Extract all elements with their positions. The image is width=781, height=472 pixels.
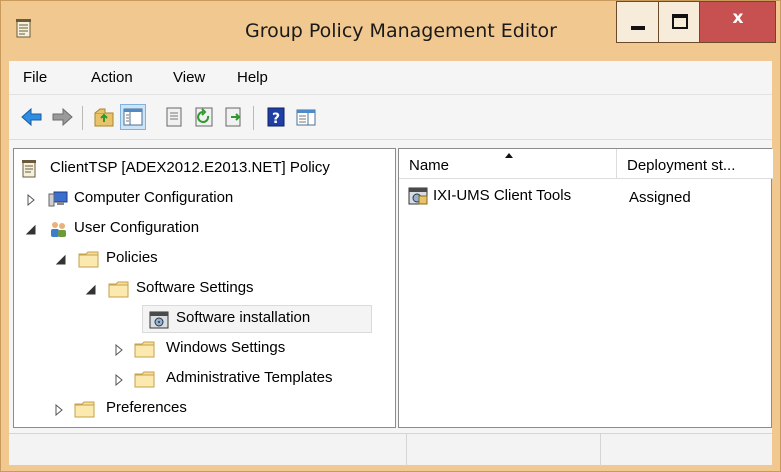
tree-label: User Configuration <box>74 219 200 236</box>
tree-item-preferences[interactable]: Preferences <box>50 397 390 421</box>
collapse-arrow-icon[interactable] <box>85 283 96 295</box>
help-icon[interactable]: ? <box>262 104 288 130</box>
minimize-button[interactable] <box>616 1 658 43</box>
column-label: Name <box>409 157 450 174</box>
tree-item-root[interactable]: ClientTSP [ADEX2012.E2013.NET] Policy <box>20 157 392 181</box>
toolbar: ? <box>9 96 772 140</box>
toolbar-separator <box>253 106 254 130</box>
expand-arrow-icon[interactable] <box>114 343 124 357</box>
close-button[interactable]: x <box>700 1 776 43</box>
status-segment <box>407 434 601 466</box>
tree-item-software-settings[interactable]: Software Settings <box>80 277 392 301</box>
menu-file[interactable]: File <box>23 69 47 86</box>
tree-label: Computer Configuration <box>74 189 234 206</box>
computer-icon <box>48 189 68 209</box>
folder-icon <box>74 399 95 419</box>
folder-icon <box>78 249 99 269</box>
tree-label: Software installation <box>176 309 311 326</box>
window-title: Group Policy Management Editor <box>244 20 557 42</box>
svg-text:?: ? <box>272 111 280 127</box>
tree-item-software-installation[interactable]: Software installation <box>144 307 370 331</box>
status-segment <box>601 434 772 466</box>
tree-label: Policies <box>106 249 158 266</box>
folder-icon <box>108 279 129 299</box>
client-area: File Action View Help ? ClientTSP [ADEX2… <box>9 61 773 466</box>
gpme-window: Group Policy Management Editor x File Ac… <box>0 0 781 472</box>
tree-pane[interactable]: ClientTSP [ADEX2012.E2013.NET] Policy Co… <box>13 148 396 428</box>
list-item[interactable]: IXI-UMS Client Tools Assigned <box>399 183 773 209</box>
sort-ascending-icon <box>505 153 513 158</box>
expand-arrow-icon[interactable] <box>54 403 64 417</box>
status-segment <box>9 434 407 466</box>
tree-label: Administrative Templates <box>166 369 333 386</box>
list-item-deployment-state: Assigned <box>629 189 691 206</box>
refresh-icon[interactable] <box>191 104 217 130</box>
show-hide-tree-icon[interactable] <box>120 104 146 130</box>
tree-item-administrative-templates[interactable]: Administrative Templates <box>110 367 392 391</box>
up-folder-icon[interactable] <box>91 104 117 130</box>
collapse-arrow-icon[interactable] <box>55 253 66 265</box>
menu-view[interactable]: View <box>173 69 205 86</box>
forward-arrow-icon[interactable] <box>49 104 75 130</box>
properties-icon[interactable] <box>161 104 187 130</box>
tree-item-user-configuration[interactable]: User Configuration <box>20 217 392 241</box>
menu-action[interactable]: Action <box>91 69 133 86</box>
expand-arrow-icon[interactable] <box>26 193 36 207</box>
export-list-icon[interactable] <box>221 104 247 130</box>
folder-icon <box>134 339 155 359</box>
tree-item-policies[interactable]: Policies <box>50 247 390 271</box>
list-item-name: IXI-UMS Client Tools <box>433 187 572 204</box>
title-bar[interactable]: Group Policy Management Editor x <box>1 1 780 61</box>
app-notepad-icon[interactable] <box>16 19 32 39</box>
back-arrow-icon[interactable] <box>19 104 45 130</box>
column-header-name[interactable]: Name <box>399 149 617 179</box>
tree-label: Windows Settings <box>166 339 286 356</box>
close-icon: x <box>732 8 744 28</box>
menu-bar: File Action View Help <box>9 61 772 95</box>
tree-item-computer-configuration[interactable]: Computer Configuration <box>20 187 392 211</box>
tree-item-windows-settings[interactable]: Windows Settings <box>110 337 392 361</box>
column-label: Deployment st... <box>627 157 736 174</box>
expand-arrow-icon[interactable] <box>114 373 124 387</box>
menu-help[interactable]: Help <box>237 69 268 86</box>
maximize-icon <box>672 14 688 29</box>
extended-view-icon[interactable] <box>293 104 319 130</box>
package-icon <box>407 185 429 207</box>
status-bar <box>9 433 772 466</box>
toolbar-separator <box>82 106 83 130</box>
software-installation-icon <box>148 309 169 329</box>
users-icon <box>48 219 68 239</box>
details-list-pane[interactable]: Name Deployment st... IXI-UMS Client Too… <box>398 148 773 428</box>
tree-label: Software Settings <box>136 279 254 296</box>
tree-label: ClientTSP [ADEX2012.E2013.NET] Policy <box>50 159 330 176</box>
folder-icon <box>134 369 155 389</box>
collapse-arrow-icon[interactable] <box>25 223 36 235</box>
column-header-deployment-state[interactable]: Deployment st... <box>617 149 773 179</box>
minimize-icon <box>631 26 645 30</box>
maximize-button[interactable] <box>658 1 700 43</box>
tree-label: Preferences <box>106 399 187 416</box>
policy-notepad-icon <box>20 159 40 179</box>
